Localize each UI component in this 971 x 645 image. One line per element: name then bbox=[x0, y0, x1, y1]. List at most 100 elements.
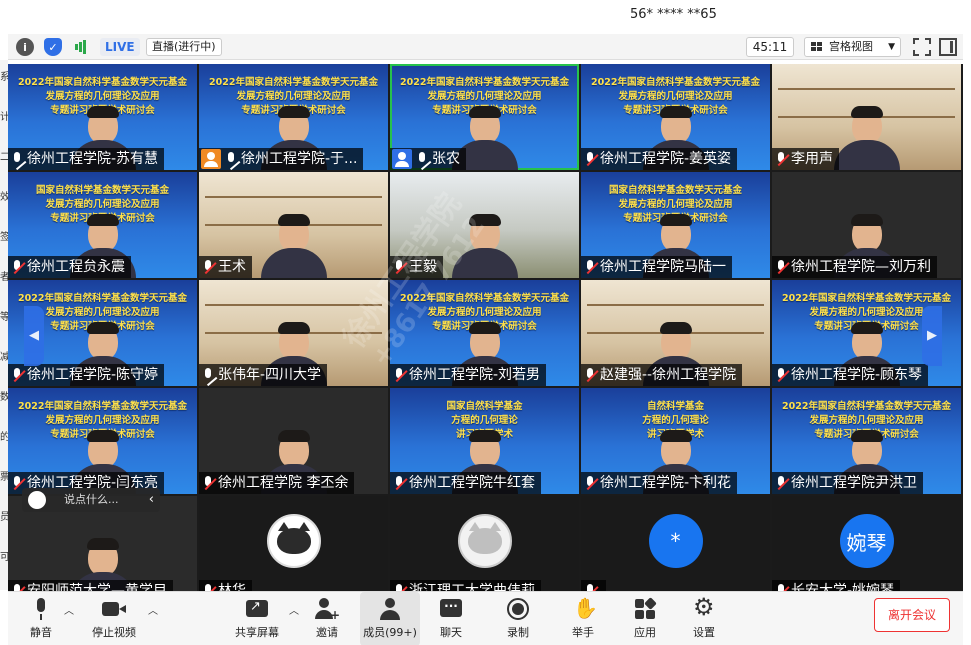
stop-video-button[interactable]: 停止视频 ︿ bbox=[84, 592, 158, 645]
participant-tile[interactable]: 2022年国家自然科学基金数学天元基金发展方程的几何理论及应用专题讲习班暨学术研… bbox=[390, 64, 579, 170]
leave-meeting-button[interactable]: 离开会议 bbox=[874, 598, 950, 632]
chevron-up-icon[interactable]: ︿ bbox=[289, 602, 299, 617]
plus-icon: + bbox=[329, 608, 340, 622]
banner-line: 方程的几何理论 bbox=[642, 415, 709, 426]
participant-body bbox=[833, 140, 900, 170]
participant-head bbox=[659, 322, 692, 360]
page-next-button[interactable]: ▶ bbox=[922, 306, 942, 366]
view-mode-label: 宫格视图 bbox=[829, 40, 873, 53]
participant-name: 徐州工程学院-陈守婷 bbox=[27, 367, 159, 383]
participant-tile[interactable]: 国家自然科学基金方程的几何理论讲习班暨学术徐州工程学院牛红套 bbox=[390, 388, 579, 494]
participant-tile[interactable]: 徐州工程学院—刘万利 bbox=[772, 172, 961, 278]
settings-button[interactable]: 设置 bbox=[685, 592, 723, 645]
participant-head bbox=[850, 430, 883, 468]
banner-line: 发展方程的几何理论及应用 bbox=[427, 307, 542, 318]
avatar: 婉琴 bbox=[839, 514, 894, 568]
participant-body bbox=[451, 248, 518, 278]
participant-name: 徐州工程学院-苏有慧 bbox=[27, 151, 159, 167]
bookshelf bbox=[205, 196, 382, 198]
control-bar: 静音 ︿ 停止视频 ︿ 共享屏幕 ︿ + 邀请 成员(99+) 聊天 录制 举手 应用 设置 离开会议 bbox=[8, 591, 963, 645]
mic-muted-icon bbox=[392, 475, 406, 491]
microphone-icon bbox=[224, 151, 238, 167]
mic-muted-icon bbox=[583, 475, 597, 491]
meeting-toolbar: i ✓ LIVE 直播(进行中) 45:11 宫格视图 ▼ bbox=[8, 34, 963, 60]
page-prev-button[interactable]: ◀ bbox=[24, 306, 44, 366]
participant-head bbox=[277, 106, 310, 144]
participant-tile[interactable]: 王毅 bbox=[390, 172, 579, 278]
share-button[interactable]: 共享屏幕 ︿ bbox=[229, 592, 299, 645]
record-button[interactable]: 录制 bbox=[499, 592, 537, 645]
microphone-icon bbox=[415, 151, 429, 167]
mute-button[interactable]: 静音 ︿ bbox=[22, 592, 74, 645]
banner-line: 自然科学基金 bbox=[646, 401, 704, 412]
mic-muted-icon bbox=[583, 151, 597, 167]
background-window-edge: 系计二效签者等减数的票员可 bbox=[0, 60, 8, 590]
participant-tile[interactable]: 2022年国家自然科学基金数学天元基金发展方程的几何理论及应用专题讲习班暨学术研… bbox=[390, 280, 579, 386]
record-icon bbox=[505, 596, 531, 622]
chevron-up-icon[interactable]: ︿ bbox=[148, 602, 158, 617]
banner-line: 发展方程的几何理论及应用 bbox=[236, 91, 351, 102]
banner-line: 方程的几何理论 bbox=[451, 415, 518, 426]
apps-button[interactable]: 应用 bbox=[626, 592, 664, 645]
participant-name-bar: 徐州工程学院—刘万利 bbox=[772, 256, 937, 278]
chevron-down-icon: ▼ bbox=[888, 42, 895, 52]
participant-name-bar: 徐州工程学院-陈守婷 bbox=[8, 364, 165, 386]
participant-head bbox=[850, 322, 883, 360]
banner-line: 发展方程的几何理论及应用 bbox=[45, 415, 160, 426]
participant-tile[interactable]: 2022年国家自然科学基金数学天元基金发展方程的几何理论及应用专题讲习班暨学术研… bbox=[8, 64, 197, 170]
background-window-text: 效 bbox=[0, 192, 8, 203]
background-window-text: 员 bbox=[0, 512, 8, 523]
participant-tile[interactable]: 婉琴长安大学-姚婉琴 bbox=[772, 496, 961, 602]
participant-tile[interactable]: 林华 bbox=[199, 496, 388, 602]
cat-avatar-icon bbox=[276, 522, 311, 554]
chevron-up-icon[interactable]: ︿ bbox=[64, 602, 74, 617]
participant-name-bar: 徐州工程学院牛红套 bbox=[390, 472, 541, 494]
cohost-icon bbox=[201, 149, 221, 169]
participant-name-bar: 徐州工程学院-刘若男 bbox=[390, 364, 547, 386]
banner-line: 2022年国家自然科学基金数学天元基金 bbox=[18, 77, 187, 88]
participant-tile[interactable]: 徐州工程学院 李丕余 bbox=[199, 388, 388, 494]
participant-name: 徐州工程学院—刘万利 bbox=[791, 259, 931, 275]
participant-tile[interactable]: 国家自然科学基金数学天元基金发展方程的几何理论及应用专题讲习班暨学术研讨会徐州工… bbox=[581, 172, 770, 278]
fullscreen-icon[interactable] bbox=[913, 38, 931, 56]
participant-name: 徐州工程学院-顾东琴 bbox=[791, 367, 923, 383]
banner-line: 2022年国家自然科学基金数学天元基金 bbox=[591, 77, 760, 88]
collapse-icon[interactable]: ‹ bbox=[149, 488, 154, 512]
members-button[interactable]: 成员(99+) bbox=[360, 592, 420, 645]
live-status[interactable]: 直播(进行中) bbox=[146, 38, 222, 56]
emoji-icon[interactable] bbox=[28, 491, 46, 509]
sidebar-toggle-icon[interactable] bbox=[939, 38, 957, 56]
participant-tile[interactable]: 2022年国家自然科学基金数学天元基金发展方程的几何理论及应用专题讲习班暨学术研… bbox=[772, 388, 961, 494]
participant-name-bar: 李用声 bbox=[772, 148, 839, 170]
mic-muted-icon bbox=[774, 475, 788, 491]
participant-tile[interactable]: 国家自然科学基金数学天元基金发展方程的几何理论及应用专题讲习班暨学术研讨会徐州工… bbox=[8, 172, 197, 278]
participant-head bbox=[468, 106, 501, 144]
avatar-initials: * bbox=[670, 529, 681, 553]
invite-button[interactable]: + 邀请 bbox=[308, 592, 346, 645]
live-badge[interactable]: LIVE bbox=[100, 38, 140, 56]
settings-label: 设置 bbox=[693, 626, 715, 639]
participant-head bbox=[468, 214, 501, 252]
participant-tile[interactable]: 自然科学基金方程的几何理论讲习班暨学术徐州工程学院-卞利花 bbox=[581, 388, 770, 494]
participant-tile[interactable]: 2022年国家自然科学基金数学天元基金发展方程的几何理论及应用专题讲习班暨学术研… bbox=[199, 64, 388, 170]
participant-tile[interactable]: 赵建强--徐州工程学院 bbox=[581, 280, 770, 386]
participant-tile[interactable]: 李用声 bbox=[772, 64, 961, 170]
shield-icon[interactable]: ✓ bbox=[44, 38, 62, 56]
participant-tile[interactable]: 2022年国家自然科学基金数学天元基金发展方程的几何理论及应用专题讲习班暨学术研… bbox=[581, 64, 770, 170]
participant-tile[interactable]: 张伟年-四川大学 bbox=[199, 280, 388, 386]
participant-tile[interactable]: * bbox=[581, 496, 770, 602]
chat-quick-input[interactable]: 说点什么... ‹ bbox=[22, 488, 160, 512]
view-mode-dropdown[interactable]: 宫格视图 ▼ bbox=[804, 37, 901, 57]
info-icon[interactable]: i bbox=[16, 38, 34, 56]
microphone-icon bbox=[10, 151, 24, 167]
raise-hand-button[interactable]: 举手 bbox=[564, 592, 602, 645]
participant-name-bar: 徐州工程学院尹洪卫 bbox=[772, 472, 923, 494]
participant-name-bar: 赵建强--徐州工程学院 bbox=[581, 364, 743, 386]
avatar bbox=[457, 514, 512, 568]
participant-tile[interactable]: 2022年国家自然科学基金数学天元基金发展方程的几何理论及应用专题讲习班暨学术研… bbox=[8, 388, 197, 494]
participant-tile[interactable]: 浙江理工大学曲伟莉 bbox=[390, 496, 579, 602]
share-label: 共享屏幕 bbox=[235, 626, 279, 639]
participant-tile[interactable]: 王术 bbox=[199, 172, 388, 278]
signal-icon[interactable] bbox=[72, 38, 90, 56]
chat-button[interactable]: 聊天 bbox=[432, 592, 470, 645]
